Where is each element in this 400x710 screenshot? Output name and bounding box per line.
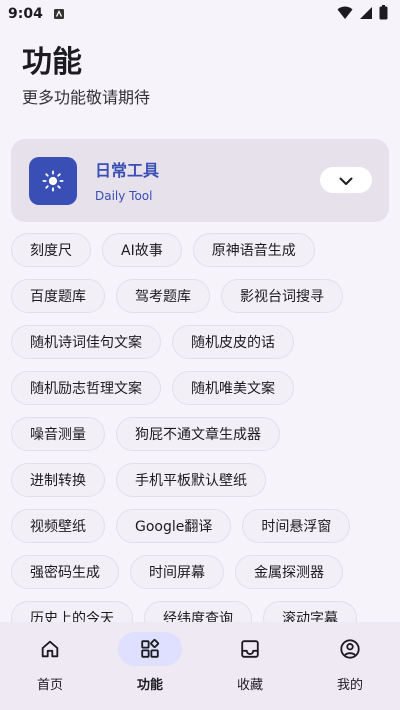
chip-row: 刻度尺 AI故事 原神语音生成 (11, 233, 391, 269)
tool-chip[interactable]: 百度题库 (11, 279, 105, 313)
chip-row: 视频壁纸 Google翻译 时间悬浮窗 (11, 509, 391, 545)
chip-row: 随机诗词佳句文案 随机皮皮的话 (11, 325, 391, 361)
chip-row: 历史上的今天 经纬度查询 滚动字幕 (11, 601, 391, 623)
chip-row: 随机励志哲理文案 随机唯美文案 (11, 371, 391, 407)
tool-chip[interactable]: 驾考题库 (116, 279, 210, 313)
tool-chip[interactable]: 金属探测器 (235, 555, 343, 589)
signal-icon (359, 5, 373, 24)
tool-chip-list: 刻度尺 AI故事 原神语音生成 百度题库 驾考题库 影视台词搜寻 随机诗词佳句文案 随机皮皮的… (11, 233, 391, 623)
nav-label: 收藏 (236, 678, 263, 693)
tool-chip[interactable]: 随机皮皮的话 (172, 325, 294, 359)
nav-label: 我的 (336, 678, 363, 693)
battery-icon (379, 4, 388, 24)
chip-row: 噪音测量 狗屁不通文章生成器 (11, 417, 391, 453)
daily-tool-card[interactable]: 日常工具 Daily Tool (11, 139, 389, 222)
chip-row: 百度题库 驾考题库 影视台词搜寻 (11, 279, 391, 315)
tool-chip[interactable]: 原神语音生成 (192, 233, 315, 267)
tool-chip[interactable]: 随机励志哲理文案 (11, 371, 161, 405)
nav-item-0[interactable]: 首页 (10, 632, 90, 693)
chip-row: 强密码生成 时间屏幕 金属探测器 (11, 555, 391, 591)
chip-row: 进制转换 手机平板默认壁纸 (11, 463, 391, 499)
tool-chip[interactable]: 狗屁不通文章生成器 (116, 417, 280, 451)
tool-chip[interactable]: 手机平板默认壁纸 (116, 463, 266, 497)
tool-chip[interactable]: 刻度尺 (11, 233, 91, 267)
bottom-navigation: 首页 功能 收藏 我的 (0, 622, 400, 710)
tool-chip[interactable]: 随机诗词佳句文案 (11, 325, 161, 359)
page-title: 功能 (22, 45, 82, 80)
sun-icon (29, 157, 77, 205)
home-icon (18, 632, 82, 666)
notification-icon (53, 5, 65, 24)
tool-chip[interactable]: 影视台词搜寻 (221, 279, 343, 313)
status-bar: 9:04 (0, 0, 400, 28)
tool-chip[interactable]: 进制转换 (11, 463, 105, 497)
tool-chip[interactable]: AI故事 (102, 233, 182, 267)
nav-item-2[interactable]: 收藏 (210, 632, 290, 693)
wifi-icon (337, 5, 353, 24)
tool-chip[interactable]: 强密码生成 (11, 555, 119, 589)
tool-chip[interactable]: 视频壁纸 (11, 509, 105, 543)
tool-chip[interactable]: 时间悬浮窗 (242, 509, 351, 543)
inbox-icon (218, 632, 282, 666)
tool-chip[interactable]: 历史上的今天 (11, 601, 133, 623)
tool-chip[interactable]: Google翻译 (116, 509, 232, 543)
account-icon (318, 632, 382, 666)
tool-chip[interactable]: 随机唯美文案 (172, 371, 294, 405)
apps-icon (118, 632, 182, 666)
nav-item-3[interactable]: 我的 (310, 632, 390, 693)
tool-chip[interactable]: 时间屏幕 (130, 555, 224, 589)
tool-chip[interactable]: 经纬度查询 (144, 601, 252, 623)
page-subtitle: 更多功能敬请期待 (22, 88, 151, 107)
nav-item-1[interactable]: 功能 (110, 632, 190, 693)
nav-label: 首页 (36, 678, 63, 693)
expand-button[interactable] (320, 167, 372, 193)
tool-chip[interactable]: 滚动字幕 (263, 601, 357, 623)
nav-label: 功能 (136, 678, 163, 693)
chevron-down-icon (339, 171, 353, 190)
tool-card-title: 日常工具 (95, 161, 160, 180)
tool-chip[interactable]: 噪音测量 (11, 417, 105, 451)
header: 功能 更多功能敬请期待 (22, 44, 150, 108)
tool-card-subtitle: Daily Tool (95, 189, 153, 203)
status-time: 9:04 (8, 6, 43, 22)
